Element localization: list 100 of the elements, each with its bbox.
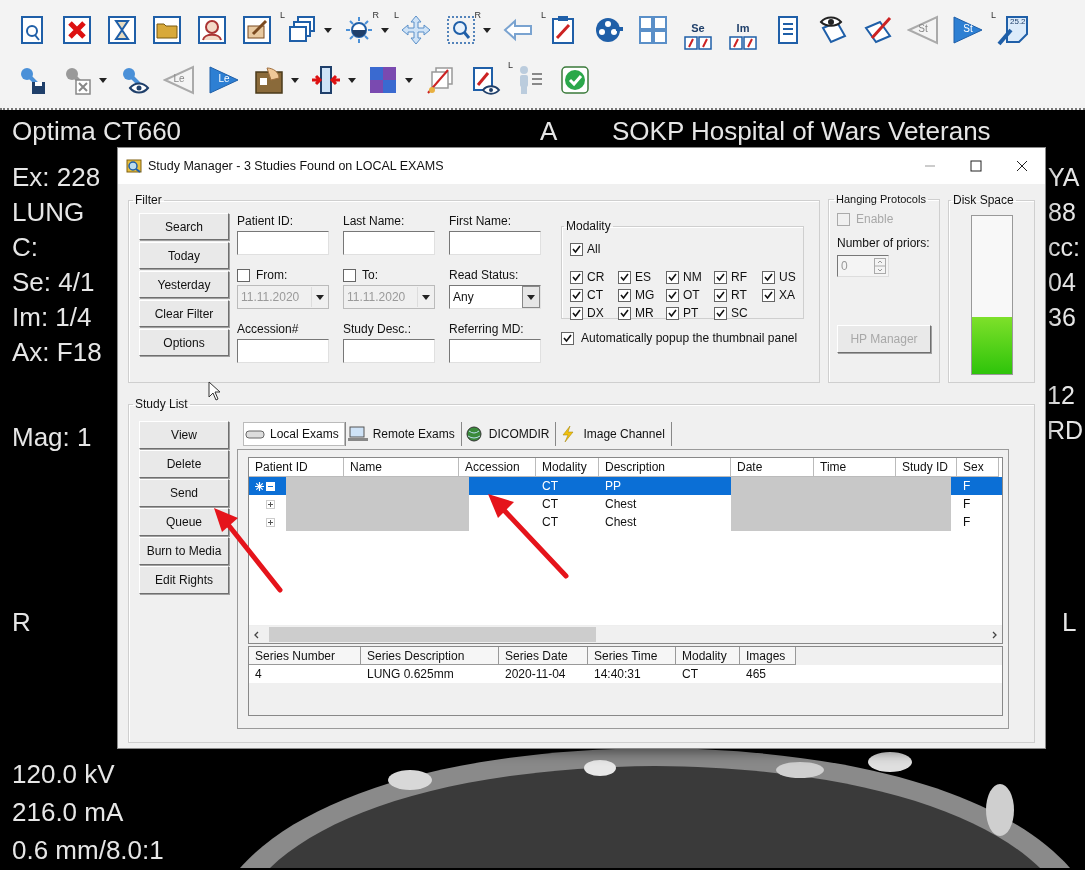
study-button[interactable]: View <box>139 421 229 449</box>
overlay-text: Ex: 228 <box>12 161 101 194</box>
table-row[interactable]: CT PP F <box>249 477 1002 495</box>
overlay-text: LUNG <box>12 196 85 229</box>
tab[interactable]: DICOMDIR <box>461 422 557 446</box>
table-cell-text: 14:40:31 <box>593 666 642 683</box>
checkbox-label: CR <box>587 270 605 284</box>
checkbox-label: SC <box>731 306 748 320</box>
overlay-text: 12 <box>1047 380 1075 411</box>
overlay-text: SOKP Hospital of Wars Veterans <box>612 116 991 146</box>
filter-button[interactable]: Today <box>139 242 229 269</box>
column-header[interactable]: Name <box>344 458 459 477</box>
toolbar-button[interactable]: L 25.2 <box>993 8 1033 52</box>
field-label: Number of priors: <box>837 235 931 251</box>
tab[interactable]: Local Exams <box>243 422 346 446</box>
checkbox-label: From: <box>256 268 288 282</box>
toolbar-button[interactable]: Se <box>678 8 718 52</box>
column-header[interactable]: Images <box>740 647 796 665</box>
table-cell-text: 4 <box>254 666 263 683</box>
group-label: Study List <box>134 397 189 411</box>
toolbar-button[interactable]: L <box>543 8 583 52</box>
overlay-text: 216.0 mA <box>12 796 124 829</box>
group-label: Disk Space <box>952 193 1015 207</box>
column-header[interactable]: Modality <box>676 647 740 665</box>
checkbox-label: MG <box>635 288 655 302</box>
overlay-text: R <box>12 606 31 639</box>
dropdown[interactable]: Any <box>449 285 541 309</box>
overlay-text: YA <box>1048 162 1080 193</box>
filter-button[interactable]: Clear Filter <box>139 300 229 327</box>
toolbar-button[interactable]: L <box>510 58 550 102</box>
table-row[interactable]: 4 LUNG 0.625mm 2020-11-04 14:40:31 CT 465 <box>249 665 1002 683</box>
overlay-text: C: <box>12 231 38 264</box>
toolbar-button[interactable]: Le <box>204 58 244 102</box>
overlay-text: 04 <box>1048 267 1076 298</box>
column-header[interactable]: Sex <box>957 458 999 477</box>
field-label: First Name: <box>449 213 512 229</box>
group-label: Hanging Protocols <box>835 193 927 205</box>
checkbox-label: To: <box>362 268 378 282</box>
overlay-text: 36 <box>1048 302 1076 333</box>
column-header[interactable]: Study ID <box>896 458 957 477</box>
column-header[interactable]: Time <box>814 458 896 477</box>
table-cell-text: CT <box>541 478 559 495</box>
column-header[interactable]: Description <box>599 458 731 477</box>
table-row[interactable]: CT Chest F <box>249 513 1002 531</box>
toolbar-button[interactable]: Im <box>723 8 763 52</box>
table-cell-text: Chest <box>604 514 638 531</box>
overlay-text: RD <box>1047 415 1084 446</box>
checkbox-label: RT <box>731 288 747 302</box>
toolbar-button[interactable]: R <box>339 8 379 52</box>
checkbox-label: DX <box>587 306 604 320</box>
study-button[interactable]: Delete <box>139 450 229 478</box>
field-label: Referring MD: <box>449 321 525 337</box>
checkbox-label: PT <box>683 306 699 320</box>
overlay-text: L <box>1062 606 1077 639</box>
study-button[interactable]: Send <box>139 479 229 507</box>
table-cell-text: F <box>962 514 972 531</box>
column-header[interactable]: Modality <box>536 458 599 477</box>
column-header[interactable]: Series Date <box>499 647 588 665</box>
overlay-text: Optima CT660 <box>12 116 182 146</box>
table-cell-text: CT <box>541 514 559 531</box>
study-button[interactable]: Queue <box>139 508 229 536</box>
checkbox-label: OT <box>683 288 700 302</box>
toolbar-button[interactable]: L <box>396 8 436 52</box>
field-label: Study Desc.: <box>343 321 413 337</box>
overlay-text: Im: 1/4 <box>12 301 92 334</box>
field-label: Patient ID: <box>237 213 295 229</box>
checkbox-label: All <box>587 242 601 256</box>
field-label: Last Name: <box>343 213 406 229</box>
column-header[interactable]: Date <box>731 458 814 477</box>
column-header[interactable]: Series Number <box>249 647 361 665</box>
study-button[interactable]: Edit Rights <box>139 566 229 594</box>
group-label: Modality <box>565 219 612 233</box>
column-header[interactable]: Series Time <box>588 647 676 665</box>
filter-button[interactable]: Yesterday <box>139 271 229 298</box>
column-header[interactable]: Series Description <box>361 647 499 665</box>
tab[interactable]: Remote Exams <box>345 422 462 446</box>
tab[interactable]: Image Channel <box>556 422 672 446</box>
table-cell-text: Chest <box>604 496 638 513</box>
overlay-text: A <box>540 116 558 146</box>
overlay-text: 120.0 kV <box>12 758 115 791</box>
column-header[interactable]: Patient ID <box>249 458 344 477</box>
checkbox-label: US <box>779 270 796 284</box>
group-label: Filter <box>134 193 163 207</box>
checkbox-label: NM <box>683 270 702 284</box>
filter-button[interactable]: Search <box>139 213 229 240</box>
checkbox-label: MR <box>635 306 654 320</box>
checkbox-label: XA <box>779 288 795 302</box>
table-cell-text: PP <box>604 478 622 495</box>
table-row[interactable]: CT Chest F <box>249 495 1002 513</box>
table-cell-text: LUNG 0.625mm <box>366 666 455 683</box>
table-cell-text: CT <box>681 666 699 683</box>
column-header[interactable]: Accession <box>459 458 536 477</box>
toolbar-button[interactable]: R <box>441 8 481 52</box>
filter-button[interactable]: Options <box>139 329 229 356</box>
toolbar-button[interactable]: L <box>282 8 322 52</box>
study-button[interactable]: Burn to Media <box>139 537 229 565</box>
checkbox-label: CT <box>587 288 603 302</box>
checkbox-label: ES <box>635 270 651 284</box>
toolbar-button[interactable]: St <box>948 8 988 52</box>
table-cell-text: 465 <box>745 666 768 683</box>
